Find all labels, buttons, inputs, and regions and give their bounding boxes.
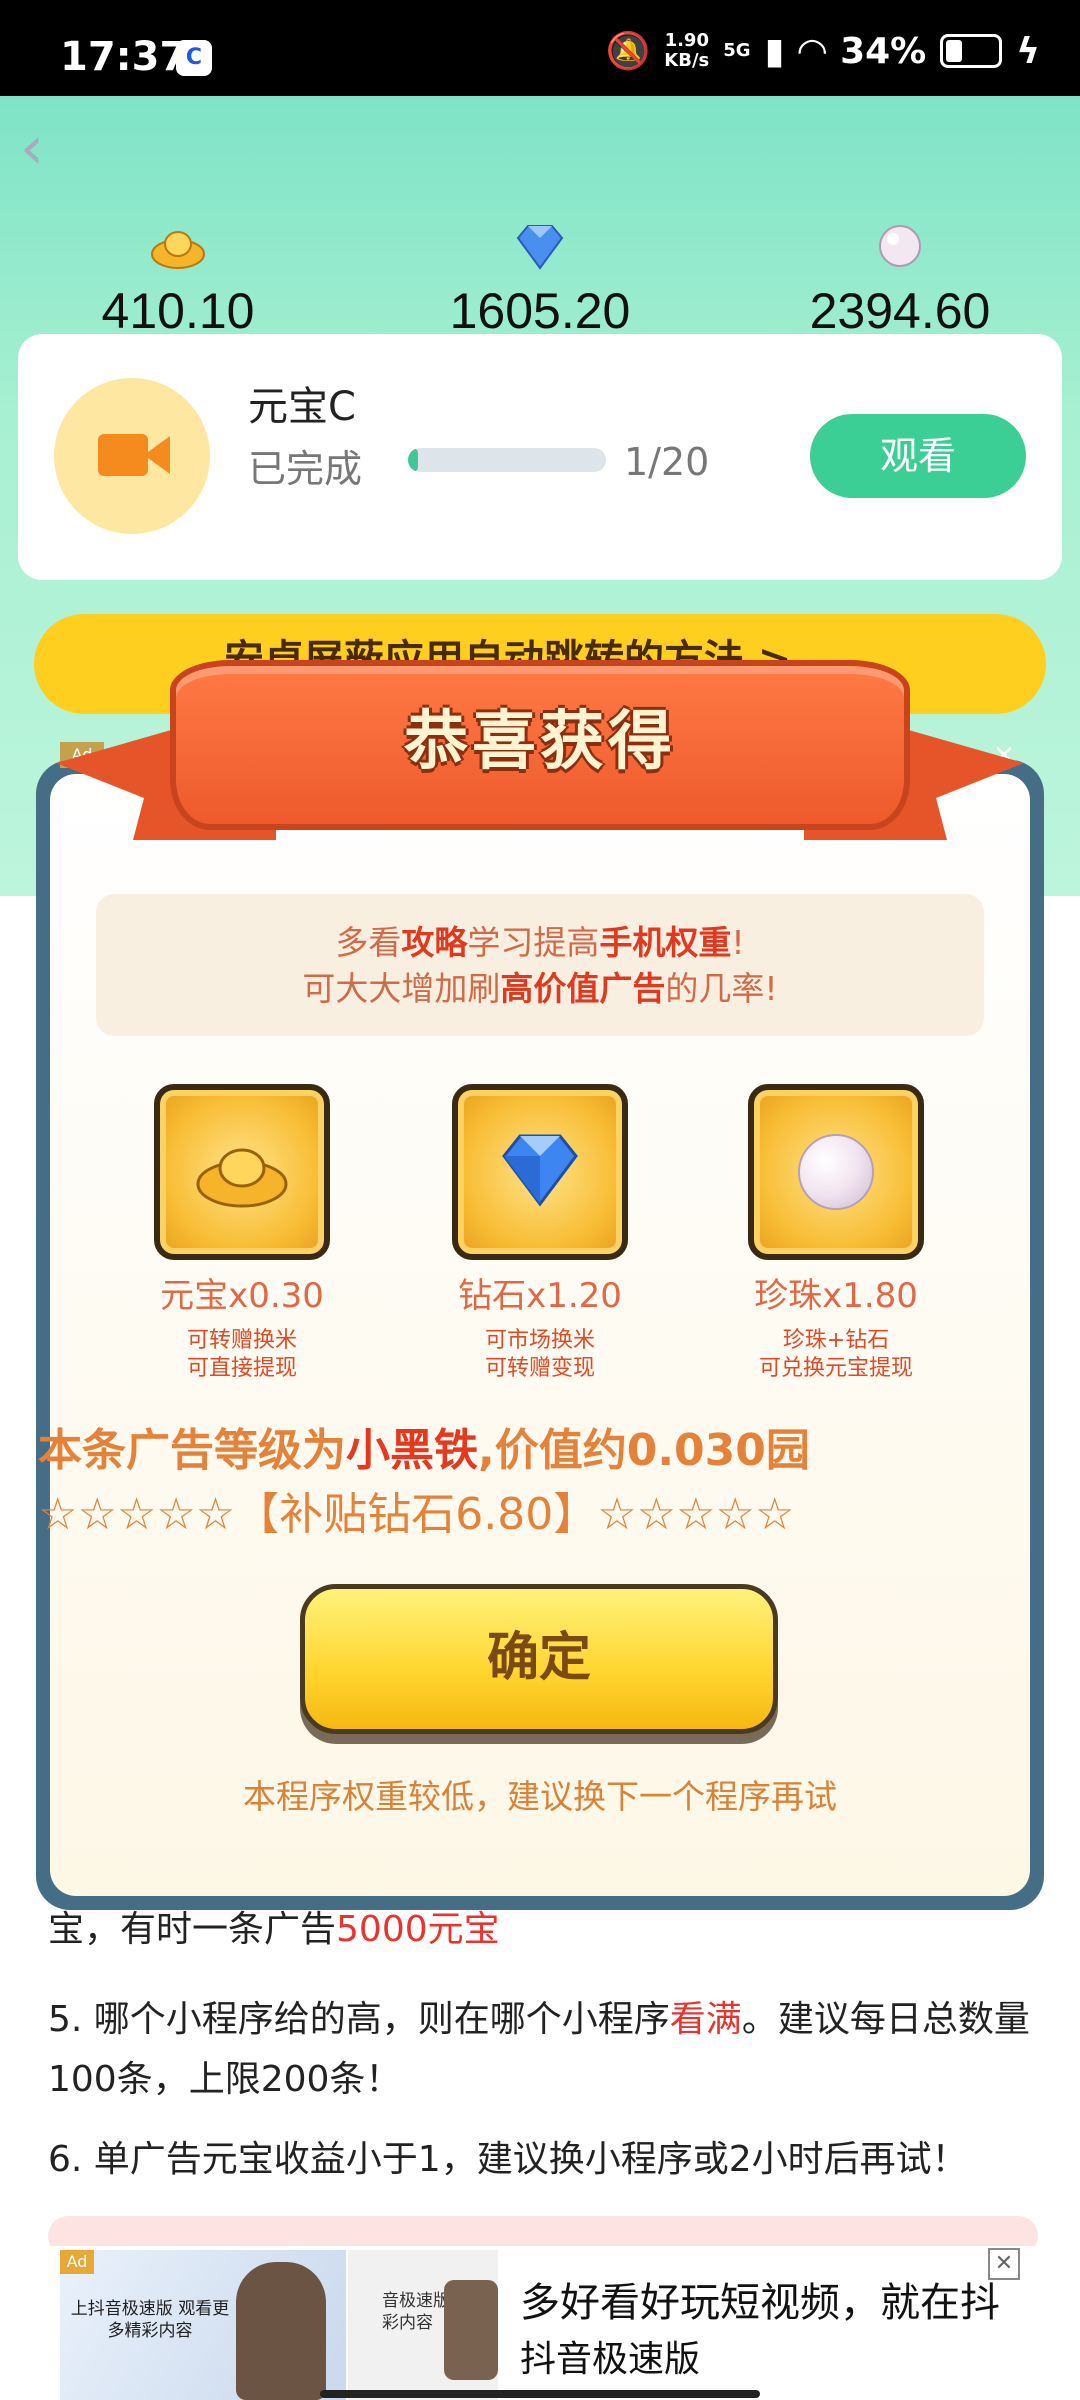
ad-thumbnail-1-text: 上抖音极速版 观看更多精彩内容 (70, 2299, 230, 2341)
ad-level-text: 本条广告等级为小黑铁,价值约0.030园 (38, 1425, 810, 1476)
task-count: 1/20 (624, 440, 710, 484)
reward-gold-label: 元宝x0.30 (160, 1276, 324, 1316)
pearl-icon (798, 1134, 874, 1210)
bottom-ad-tag: Ad (60, 2250, 94, 2274)
ad-headline[interactable]: 多好看好玩短视频，就在抖 (520, 2270, 1000, 2328)
pearl-icon (879, 225, 921, 267)
reward-pearl-label: 珍珠x1.80 (754, 1276, 918, 1316)
net-speed: 1.90 KB/s (664, 30, 710, 71)
reward-gold-desc: 可转赠换米 可直接提现 (186, 1328, 297, 1381)
diamond-icon (516, 225, 564, 270)
back-icon[interactable]: ‹ (20, 118, 64, 178)
reward-diamond-box (452, 1084, 628, 1260)
reward-diamond-desc: 可市场换米 可转赠变现 (484, 1328, 595, 1381)
pearl-value: 2394.60 (809, 283, 991, 339)
gold-value: 410.10 (101, 283, 255, 339)
task-card: 元宝C 已完成 1/20 观看 (18, 334, 1062, 580)
task-progress-bar (408, 448, 606, 472)
home-indicator[interactable] (320, 2390, 760, 2398)
reward-gold: 元宝x0.30 可转赠换米 可直接提现 (112, 1084, 372, 1383)
battery-icon (940, 34, 1003, 68)
dialog-title: 恭喜获得 (404, 705, 676, 779)
bottom-ad-banner[interactable]: 上抖音极速版 观看更多精彩内容 Ad 音极速版 多精彩内容 多好看好玩短视频，就… (0, 2246, 1080, 2400)
gold-balance: 410.10 (28, 220, 328, 340)
ad-close-icon[interactable]: ✕ (988, 2248, 1020, 2280)
reward-diamond-label: 钻石x1.20 (458, 1276, 622, 1316)
reward-pearl-desc: 珍珠+钻石 可兑换元宝提现 (758, 1328, 913, 1381)
diamond-value: 1605.20 (449, 283, 631, 339)
diamond-icon (502, 1134, 578, 1207)
diamond-balance: 1605.20 (390, 220, 690, 340)
task-name: 元宝C (248, 384, 356, 430)
ad-person-image (236, 2262, 326, 2400)
subsidy-text: ☆☆☆☆☆【补贴钻石6.80】☆☆☆☆☆ (38, 1489, 795, 1540)
charging-icon: ϟ (1016, 30, 1040, 72)
reward-diamond: 钻石x1.20 可市场换米 可转赠变现 (410, 1084, 670, 1383)
signal-icon: ▮ (764, 30, 785, 72)
ad-thumbnail-1[interactable]: 上抖音极速版 观看更多精彩内容 (60, 2250, 346, 2400)
reward-gold-box (154, 1084, 330, 1260)
wifi-icon: ◠ (798, 30, 827, 72)
status-bar: 17:37 C 🔕 1.90 KB/s 5G ▮ ◠ 34% ϟ (0, 0, 1080, 96)
ad-app-name[interactable]: 抖音极速版 (520, 2330, 700, 2382)
pearl-balance: 2394.60 (750, 220, 1050, 340)
ad-thumbnail-2[interactable]: 音极速版 多精彩内容 (348, 2250, 498, 2400)
gold-ingot-icon (196, 1148, 288, 1208)
dialog-tip: 多看攻略学习提高手机权重! 可大大增加刷高价值广告的几率! (96, 894, 984, 1036)
status-time: 17:37 (60, 34, 188, 80)
watch-button[interactable]: 观看 (810, 414, 1026, 498)
ad-person-image (444, 2280, 498, 2380)
article-line-3: 6. 单广告元宝收益小于1，建议换小程序或2小时后再试！ (48, 2139, 968, 2180)
article-line-2: 5. 哪个小程序给的高，则在哪个小程序看满。建议每日总数量100条，上限200条… (48, 1999, 1030, 2100)
gold-ingot-icon (151, 231, 205, 269)
video-camera-icon (54, 378, 210, 534)
network-type: 5G (723, 40, 751, 61)
battery-percent: 34% (840, 30, 927, 72)
dialog-hint: 本程序权重较低，建议换下一个程序再试 (243, 1777, 837, 1816)
confirm-button[interactable]: 确定 (300, 1584, 778, 1734)
reward-pearl-box (748, 1084, 924, 1260)
task-state: 已完成 (248, 447, 363, 491)
reward-pearl: 珍珠x1.80 珍珠+钻石 可兑换元宝提现 (706, 1084, 966, 1383)
status-icons: 🔕 1.90 KB/s 5G ▮ ◠ 34% ϟ (605, 30, 1040, 73)
mute-icon: 🔕 (605, 31, 651, 72)
app-notification-icon: C (176, 40, 212, 76)
